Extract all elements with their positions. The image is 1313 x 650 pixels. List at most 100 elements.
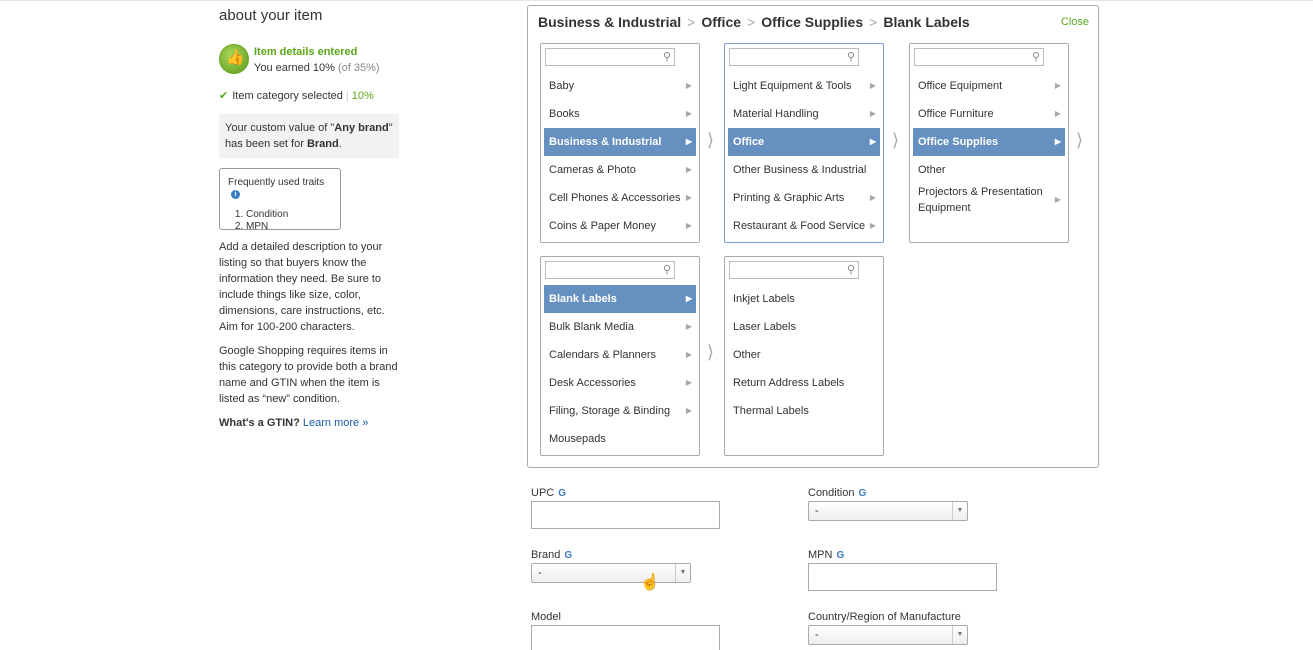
country-label: Country/Region of Manufacture bbox=[808, 611, 961, 623]
thumbs-up-badge-icon: 👍 bbox=[219, 44, 249, 74]
column-arrow-icon: ⟩ bbox=[707, 130, 715, 150]
category-item[interactable]: Mousepads bbox=[544, 425, 696, 453]
category-column-2: ⚲ Light Equipment & Tools ▶ Material Hand… bbox=[724, 43, 884, 243]
category-label: Bulk Blank Media bbox=[549, 321, 634, 333]
category-item[interactable]: Calendars & Planners ▶ bbox=[544, 341, 696, 369]
category-column-4: ⚲ Blank Labels ▶ Bulk Blank Media ▶ Calend… bbox=[540, 256, 700, 456]
category-item-selected[interactable]: Office ▶ bbox=[728, 128, 880, 156]
column-arrow-icon: ⟩ bbox=[1076, 130, 1084, 150]
breadcrumb: Business & Industrial > Office > Office Supp… bbox=[538, 14, 970, 30]
category-item[interactable]: Baby ▶ bbox=[544, 72, 696, 100]
category-label: Printing & Graphic Arts bbox=[733, 192, 845, 204]
search-icon: ⚲ bbox=[662, 264, 671, 276]
category-pct: 10% bbox=[351, 90, 374, 102]
category-label: Office bbox=[733, 136, 765, 148]
category-search-input[interactable]: ⚲ bbox=[545, 261, 675, 279]
custom-pre: Your custom value of " bbox=[225, 122, 335, 134]
category-item[interactable]: Inkjet Labels bbox=[728, 285, 880, 313]
hand-cursor-icon: ☝ bbox=[640, 574, 660, 591]
condition-label-text: Condition bbox=[808, 487, 855, 499]
gtin-question: What's a GTIN? bbox=[219, 417, 300, 429]
category-item[interactable]: Office Furniture ▶ bbox=[913, 100, 1065, 128]
google-icon: G bbox=[858, 488, 867, 499]
category-item[interactable]: Other bbox=[728, 341, 880, 369]
category-column-5: ⚲ Inkjet Labels Laser Labels Other Retur… bbox=[724, 256, 884, 456]
category-item[interactable]: Coins & Paper Money ▶ bbox=[544, 212, 696, 240]
google-icon: G bbox=[564, 550, 573, 561]
category-item[interactable]: Books ▶ bbox=[544, 100, 696, 128]
category-item[interactable]: Return Address Labels bbox=[728, 369, 880, 397]
google-icon: G bbox=[836, 550, 845, 561]
brand-label: Brand G bbox=[531, 549, 572, 561]
category-item[interactable]: Other bbox=[913, 156, 1065, 184]
mpn-label-text: MPN bbox=[808, 549, 833, 561]
chevron-right-icon: ▶ bbox=[685, 81, 692, 90]
category-item[interactable]: Material Handling ▶ bbox=[728, 100, 880, 128]
category-item[interactable]: Office Equipment ▶ bbox=[913, 72, 1065, 100]
model-label: Model bbox=[531, 611, 561, 623]
breadcrumb-item[interactable]: Office Supplies bbox=[761, 14, 863, 30]
breadcrumb-item[interactable]: Business & Industrial bbox=[538, 14, 681, 30]
breadcrumb-item[interactable]: Blank Labels bbox=[883, 14, 969, 30]
upc-label-text: UPC bbox=[531, 487, 555, 499]
category-label: Office Supplies bbox=[918, 136, 999, 148]
close-button[interactable]: Close bbox=[1061, 16, 1089, 28]
category-item-selected[interactable]: Blank Labels ▶ bbox=[544, 285, 696, 313]
category-item-selected[interactable]: Office Supplies ▶ bbox=[913, 128, 1065, 156]
category-item[interactable]: Printing & Graphic Arts ▶ bbox=[728, 184, 880, 212]
column-arrow-icon: ⟩ bbox=[707, 342, 715, 362]
country-select[interactable]: - ▼ bbox=[808, 625, 968, 645]
top-divider bbox=[0, 0, 1313, 1]
trait-item: Condition bbox=[246, 209, 332, 221]
category-item[interactable]: Cameras & Photo ▶ bbox=[544, 156, 696, 184]
category-label: Other Business & Industrial bbox=[733, 164, 867, 176]
chevron-right-icon: ▶ bbox=[685, 378, 692, 387]
chevron-right-icon: ▶ bbox=[685, 406, 692, 415]
category-search-input[interactable]: ⚲ bbox=[914, 48, 1044, 66]
chevron-right-icon: ▶ bbox=[685, 137, 692, 146]
category-item[interactable]: Filing, Storage & Binding ▶ bbox=[544, 397, 696, 425]
category-item[interactable]: Thermal Labels bbox=[728, 397, 880, 425]
category-label: Mousepads bbox=[549, 433, 606, 445]
gtin-help: What's a GTIN? Learn more » bbox=[219, 415, 368, 431]
upc-input[interactable] bbox=[531, 501, 720, 529]
category-item[interactable]: Bulk Blank Media ▶ bbox=[544, 313, 696, 341]
category-item[interactable]: Cell Phones & Accessories ▶ bbox=[544, 184, 696, 212]
google-shopping-tip: Google Shopping requires items in this c… bbox=[219, 345, 398, 405]
custom-end: . bbox=[338, 138, 342, 150]
breadcrumb-separator: > bbox=[747, 14, 756, 30]
learn-more-link[interactable]: Learn more » bbox=[303, 417, 368, 429]
traits-title: Frequently used traits bbox=[228, 177, 325, 188]
custom-value: Any brand bbox=[334, 122, 389, 134]
info-icon[interactable]: i bbox=[231, 189, 240, 199]
category-label: Light Equipment & Tools bbox=[733, 80, 852, 92]
check-icon: ✔ bbox=[219, 90, 229, 102]
brand-select[interactable]: - ▼ bbox=[531, 563, 691, 583]
chevron-right-icon: ▶ bbox=[869, 137, 876, 146]
category-label: Thermal Labels bbox=[733, 405, 809, 417]
breadcrumb-separator: > bbox=[687, 14, 696, 30]
category-search-input[interactable]: ⚲ bbox=[729, 48, 859, 66]
earned-title: Item details entered bbox=[254, 46, 358, 58]
breadcrumb-item[interactable]: Office bbox=[701, 14, 741, 30]
category-item[interactable]: Other Business & Industrial bbox=[728, 156, 880, 184]
category-search-input[interactable]: ⚲ bbox=[545, 48, 675, 66]
category-item[interactable]: Projectors & Presentation Equipment ▶ bbox=[913, 184, 1065, 216]
model-input[interactable] bbox=[531, 625, 720, 650]
chevron-right-icon: ▶ bbox=[685, 322, 692, 331]
category-column-3: ⚲ Office Equipment ▶ Office Furniture ▶ Of… bbox=[909, 43, 1069, 243]
condition-select[interactable]: - ▼ bbox=[808, 501, 968, 521]
chevron-right-icon: ▶ bbox=[685, 294, 692, 303]
category-item[interactable]: Restaurant & Food Service ▶ bbox=[728, 212, 880, 240]
category-label: Business & Industrial bbox=[549, 136, 662, 148]
chevron-right-icon: ▶ bbox=[685, 165, 692, 174]
category-label: Laser Labels bbox=[733, 321, 796, 333]
mpn-input[interactable] bbox=[808, 563, 997, 591]
category-item-selected[interactable]: Business & Industrial ▶ bbox=[544, 128, 696, 156]
category-search-input[interactable]: ⚲ bbox=[729, 261, 859, 279]
category-item[interactable]: Light Equipment & Tools ▶ bbox=[728, 72, 880, 100]
category-item[interactable]: Laser Labels bbox=[728, 313, 880, 341]
chevron-right-icon: ▶ bbox=[869, 81, 876, 90]
chevron-right-icon: ▶ bbox=[685, 193, 692, 202]
category-item[interactable]: Desk Accessories ▶ bbox=[544, 369, 696, 397]
